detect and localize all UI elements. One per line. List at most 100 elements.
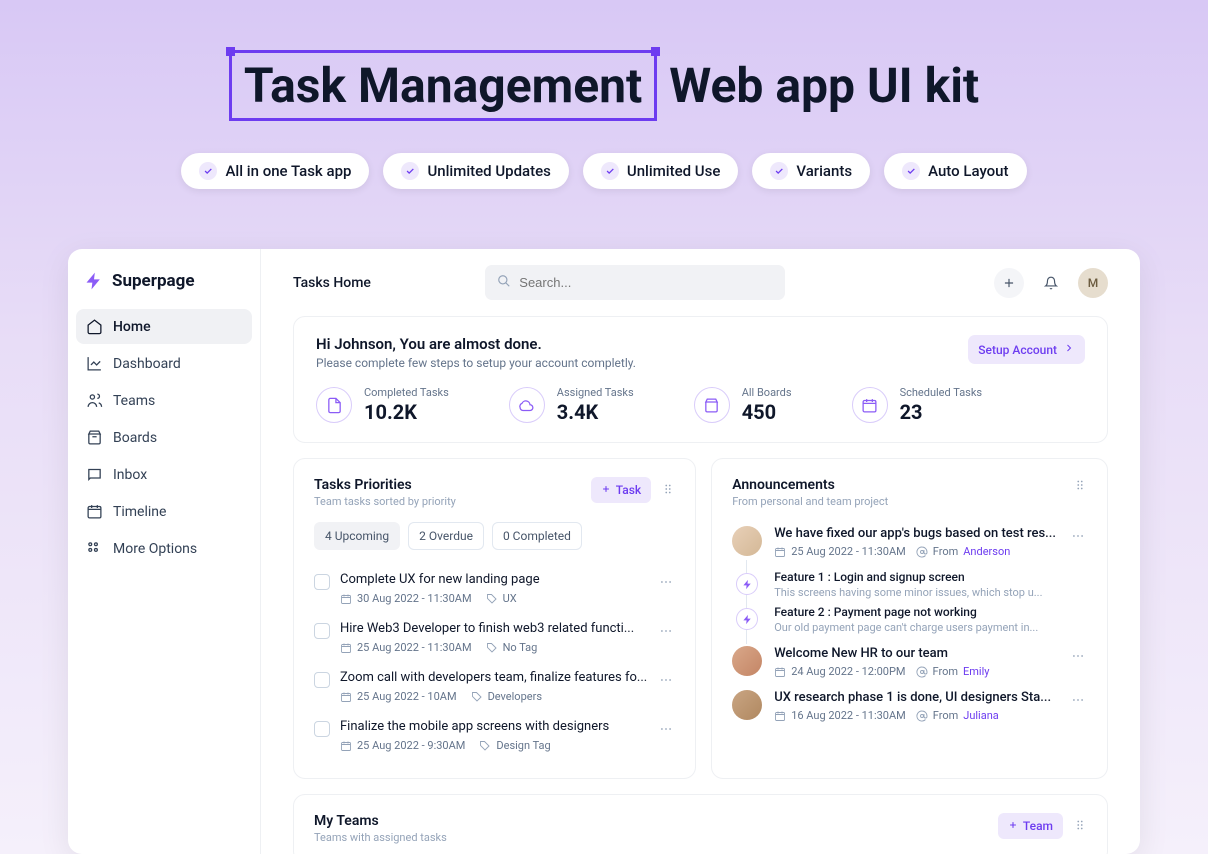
- feature-pill: Variants: [752, 153, 870, 189]
- announcement-from: From Juliana: [916, 709, 999, 722]
- search-input[interactable]: [519, 275, 773, 290]
- task-checkbox[interactable]: [314, 721, 330, 737]
- task-checkbox[interactable]: [314, 623, 330, 639]
- task-checkbox[interactable]: [314, 574, 330, 590]
- task-date: 25 Aug 2022 - 10AM: [340, 690, 457, 703]
- announcements-subtitle: From personal and team project: [732, 495, 888, 508]
- chevron-right-icon: [1063, 342, 1075, 357]
- user-avatar[interactable]: M: [1078, 268, 1108, 298]
- myteams-panel: My Teams Teams with assigned tasks Team: [293, 794, 1108, 854]
- sidebar-item-home[interactable]: Home: [76, 309, 252, 344]
- announcement-date: 16 Aug 2022 - 11:30AM: [774, 709, 906, 722]
- announcement-item: UX research phase 1 is done, UI designer…: [732, 684, 1087, 728]
- task-menu-button[interactable]: [657, 719, 675, 742]
- stat-item: Scheduled Tasks23: [852, 386, 983, 424]
- announcement-from: From Anderson: [916, 545, 1011, 558]
- sidebar-item-timeline[interactable]: Timeline: [76, 494, 252, 529]
- myteams-title: My Teams: [314, 813, 447, 829]
- brand: Superpage: [76, 259, 252, 309]
- drag-handle-icon[interactable]: [1073, 477, 1087, 496]
- feature-pill: Auto Layout: [884, 153, 1026, 189]
- task-tag: UX: [486, 592, 517, 605]
- sidebar-item-boards[interactable]: Boards: [76, 420, 252, 455]
- stat-icon: [316, 387, 352, 423]
- announcement-title: UX research phase 1 is done, UI designer…: [774, 690, 1057, 705]
- announcement-menu-button[interactable]: [1069, 690, 1087, 722]
- announcement-avatar: [732, 690, 762, 720]
- setup-subtitle: Please complete few steps to setup your …: [316, 356, 636, 370]
- bolt-icon: [736, 573, 758, 595]
- task-title: Zoom call with developers team, finalize…: [340, 670, 647, 685]
- sidebar-item-dashboard[interactable]: Dashboard: [76, 346, 252, 381]
- task-title: Hire Web3 Developer to finish web3 relat…: [340, 621, 647, 636]
- drag-handle-icon[interactable]: [661, 481, 675, 500]
- task-title: Complete UX for new landing page: [340, 572, 647, 587]
- announcement-date: 25 Aug 2022 - 11:30AM: [774, 545, 906, 558]
- stat-item: Assigned Tasks3.4K: [509, 386, 634, 424]
- check-icon: [199, 162, 217, 180]
- task-date: 25 Aug 2022 - 11:30AM: [340, 641, 472, 654]
- setup-title: Hi Johnson, You are almost done.: [316, 335, 636, 353]
- task-tag: Design Tag: [479, 739, 550, 752]
- sidebar-item-teams[interactable]: Teams: [76, 383, 252, 418]
- task-tag: No Tag: [486, 641, 538, 654]
- priorities-panel: Tasks Priorities Team tasks sorted by pr…: [293, 458, 696, 779]
- add-team-button[interactable]: Team: [998, 813, 1063, 839]
- priorities-subtitle: Team tasks sorted by priority: [314, 495, 456, 508]
- announcement-title: We have fixed our app's bugs based on te…: [774, 526, 1057, 541]
- hero-rest: Web app UI kit: [657, 57, 979, 114]
- announcement-item: We have fixed our app's bugs based on te…: [732, 520, 1087, 564]
- plus-icon: [1008, 819, 1018, 833]
- hero-title: Task Management Web app UI kit: [229, 50, 979, 121]
- feature-pill: All in one Task app: [181, 153, 369, 189]
- task-tag: Developers: [471, 690, 542, 703]
- brand-icon: [84, 271, 104, 291]
- filter-chip[interactable]: 4 Upcoming: [314, 522, 400, 550]
- announcement-menu-button[interactable]: [1069, 646, 1087, 678]
- feature-pill: Unlimited Use: [583, 153, 738, 189]
- stat-icon: [852, 387, 888, 423]
- announcement-feature: Feature 1 : Login and signup screenThis …: [732, 570, 1087, 599]
- search-input-wrap[interactable]: [485, 265, 785, 300]
- task-menu-button[interactable]: [657, 572, 675, 595]
- task-menu-button[interactable]: [657, 621, 675, 644]
- bolt-icon: [736, 608, 758, 630]
- plus-icon: [601, 483, 611, 497]
- drag-handle-icon[interactable]: [1073, 817, 1087, 836]
- task-date: 30 Aug 2022 - 11:30AM: [340, 592, 472, 605]
- add-button[interactable]: [994, 268, 1024, 298]
- announcement-feature: Feature 2 : Payment page not workingOur …: [732, 605, 1087, 634]
- filter-chip[interactable]: 0 Completed: [492, 522, 582, 550]
- announcement-menu-button[interactable]: [1069, 526, 1087, 558]
- setup-account-button[interactable]: Setup Account: [968, 335, 1085, 364]
- check-icon: [902, 162, 920, 180]
- task-item: Zoom call with developers team, finalize…: [314, 662, 675, 711]
- hero-highlight: Task Management: [229, 50, 657, 121]
- page-title: Tasks Home: [293, 275, 371, 291]
- priorities-title: Tasks Priorities: [314, 477, 456, 493]
- announcement-avatar: [732, 646, 762, 676]
- sidebar-item-inbox[interactable]: Inbox: [76, 457, 252, 492]
- task-title: Finalize the mobile app screens with des…: [340, 719, 647, 734]
- stat-icon: [694, 387, 730, 423]
- announcement-date: 24 Aug 2022 - 12:00PM: [774, 665, 905, 678]
- announcement-avatar: [732, 526, 762, 556]
- stat-item: All Boards450: [694, 386, 792, 424]
- sidebar-item-more-options[interactable]: More Options: [76, 531, 252, 566]
- stat-icon: [509, 387, 545, 423]
- setup-card: Hi Johnson, You are almost done. Please …: [293, 316, 1108, 443]
- add-task-button[interactable]: Task: [591, 477, 651, 503]
- check-icon: [401, 162, 419, 180]
- notifications-button[interactable]: [1036, 268, 1066, 298]
- filter-chip[interactable]: 2 Overdue: [408, 522, 484, 550]
- myteams-subtitle: Teams with assigned tasks: [314, 831, 447, 844]
- brand-name: Superpage: [112, 271, 195, 291]
- task-item: Complete UX for new landing page 30 Aug 2…: [314, 564, 675, 613]
- task-menu-button[interactable]: [657, 670, 675, 693]
- search-icon: [497, 273, 511, 292]
- announcement-item: Welcome New HR to our team24 Aug 2022 - …: [732, 640, 1087, 684]
- check-icon: [770, 162, 788, 180]
- task-checkbox[interactable]: [314, 672, 330, 688]
- announcements-panel: Announcements From personal and team pro…: [711, 458, 1108, 779]
- task-item: Finalize the mobile app screens with des…: [314, 711, 675, 760]
